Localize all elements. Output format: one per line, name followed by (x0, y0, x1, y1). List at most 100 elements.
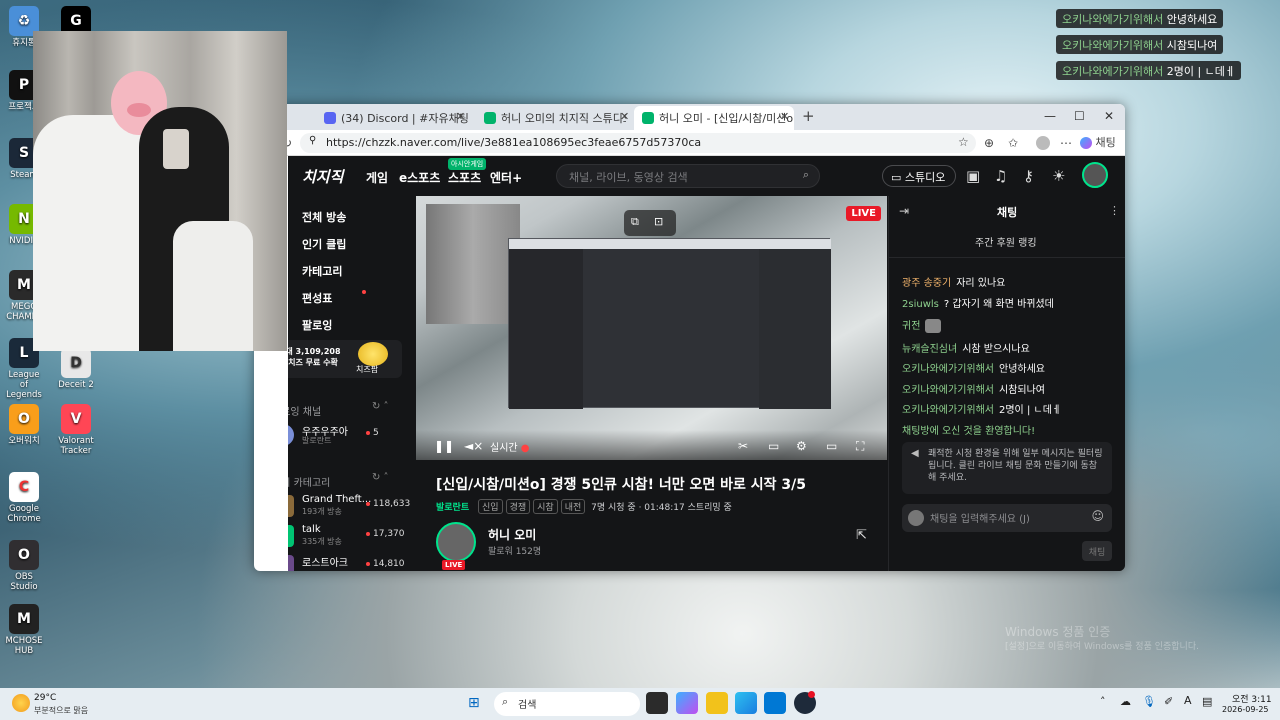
key-icon[interactable]: ⚷ (1023, 167, 1034, 185)
favorites-icon[interactable]: ✩ (1008, 136, 1018, 150)
copilot-icon[interactable] (676, 692, 698, 714)
desktop-icon[interactable]: O 오버워치 (4, 404, 44, 446)
shirt (173, 221, 253, 351)
video-player[interactable]: ⧉ ⊡ LIVE ❚❚ ◄× 실시간 ● ✂ ▭ ⚙ ▭ ⛶ (416, 196, 887, 460)
search-input[interactable]: 채널, 라이브, 동영상 검색 ⌕ (556, 164, 820, 188)
collapse-chat-icon[interactable]: ⇥ (899, 204, 909, 218)
refresh-icon[interactable]: ↻ ˄ (372, 401, 389, 412)
start-icon[interactable]: ⊞ (468, 695, 480, 711)
favorite-star-icon[interactable]: ☆ (958, 135, 969, 149)
chat-username[interactable]: 2siuwls (902, 299, 939, 310)
stream-category[interactable]: 발로란트 (436, 503, 469, 513)
stream-tag[interactable]: 신입 (478, 499, 503, 514)
theme-sun-icon[interactable]: ☀ (1052, 167, 1065, 185)
studio-button[interactable]: ▭ 스튜디오 (882, 165, 956, 187)
maximize-icon[interactable]: ☐ (1074, 109, 1085, 123)
chat-username[interactable]: 오키나와에가기위해서 (902, 405, 994, 416)
nav-esports[interactable]: e스포츠 (399, 169, 440, 186)
search-icon[interactable]: ⌕ (803, 168, 809, 182)
nav-entertainment[interactable]: 엔터+ (490, 169, 522, 186)
chat-username[interactable]: 오키나와에가기위해서 (902, 385, 994, 396)
share-icon[interactable]: ⇱ (856, 528, 867, 543)
clip-icon[interactable]: ✂ (738, 439, 748, 453)
weather-icon[interactable] (12, 694, 30, 712)
pause-icon[interactable]: ❚❚ (434, 439, 454, 453)
refresh-icon[interactable]: ↻ ˄ (372, 472, 389, 483)
chat-username[interactable]: 광주 송중기 (902, 278, 951, 289)
popular-category[interactable]: Grand Theft... 193개 방송 118,633 (288, 494, 412, 524)
onedrive-icon[interactable]: ☁ (1120, 695, 1131, 708)
minimize-icon[interactable]: — (1044, 109, 1056, 123)
close-tab-icon[interactable]: ✕ (780, 110, 789, 123)
desktop-icon[interactable]: O OBS Studio (4, 540, 44, 592)
close-tab-icon[interactable]: ✕ (620, 110, 629, 123)
captions-icon[interactable]: ▭ (768, 439, 779, 453)
extensions-icon[interactable]: ⊕ (984, 136, 994, 150)
sidebar-item-schedule[interactable]: 편성표 (302, 290, 332, 306)
chat-username[interactable]: 뉴캐슬진심녀 (902, 344, 957, 355)
following-channel[interactable]: 우주우주아 발로란트 5 (288, 423, 412, 453)
sidebar-item-following[interactable]: 팔로잉 (302, 317, 332, 333)
volume-icon[interactable]: ◄× (464, 439, 483, 453)
chat-input[interactable]: 채팅을 입력해주세요 (J) ☺ (902, 504, 1112, 532)
pen-icon[interactable]: ✐ (1164, 695, 1173, 708)
settings-gear-icon[interactable]: ⚙ (796, 439, 807, 453)
desktop-icon[interactable]: M MCHOSE HUB (4, 604, 44, 656)
more-icon[interactable]: ⋯ (1060, 136, 1072, 150)
streamer-avatar[interactable] (436, 522, 476, 562)
copilot-button[interactable]: 채팅 (1080, 134, 1116, 150)
url-input[interactable]: ⚲ https://chzzk.naver.com/live/3e881ea10… (300, 133, 976, 153)
tab-studio[interactable]: 허니 오미의 치지직 스튜디오 (476, 106, 626, 130)
tab-live[interactable]: 허니 오미 - [신입/시참/미션o] 경쟁 (634, 106, 794, 130)
close-tab-icon[interactable]: ✕ (456, 110, 465, 123)
new-tab-button[interactable]: + (802, 107, 815, 125)
network-icon[interactable]: ▤ (1202, 695, 1212, 708)
site-info-icon[interactable]: ⚲ (309, 135, 316, 146)
close-window-icon[interactable]: ✕ (1104, 109, 1114, 123)
stream-tag[interactable]: 시참 (533, 499, 558, 514)
taskbar-search[interactable]: ⌕ 검색 (494, 692, 640, 716)
streamer-name[interactable]: 허니 오미 (488, 526, 536, 543)
clock-date[interactable]: 2026-09-25 (1222, 705, 1269, 714)
stream-tag[interactable]: 내전 (560, 499, 586, 514)
bell-icon[interactable]: ♫ (994, 167, 1007, 185)
chat-send-button[interactable]: 채팅 (1082, 541, 1112, 561)
wallet-icon[interactable]: ▣ (966, 167, 980, 185)
tray-chevron-icon[interactable]: ˄ (1100, 695, 1106, 708)
user-avatar[interactable] (1082, 162, 1108, 188)
popular-category[interactable]: talk 335개 방송 17,370 (288, 524, 412, 554)
cheese-farm-banner[interactable]: 최대 3,109,208개 치즈 무료 수확 치즈팜 (288, 340, 402, 378)
fullscreen-icon[interactable]: ⛶ (856, 439, 864, 454)
pip-controls[interactable]: ⧉ ⊡ (624, 210, 676, 236)
chat-menu-icon[interactable]: ⋮ (1109, 204, 1120, 217)
chat-username[interactable]: 귀전 (902, 321, 920, 332)
file-explorer-icon[interactable] (706, 692, 728, 714)
edge-icon[interactable] (735, 692, 757, 714)
ime-icon[interactable]: A (1184, 694, 1192, 707)
sidebar-item-all-live[interactable]: 전체 방송 (302, 209, 346, 225)
profile-avatar[interactable] (1036, 136, 1050, 150)
sidebar-item-category[interactable]: 카테고리 (302, 263, 342, 279)
store-icon[interactable] (764, 692, 786, 714)
desktop-icon[interactable]: D Deceit 2 (56, 348, 96, 390)
emoji-icon[interactable]: ☺ (1091, 509, 1104, 523)
clock-time[interactable]: 오전 3:11 (1232, 692, 1272, 705)
microphone-icon[interactable]: 🎙 (1142, 695, 1156, 708)
stream-tag[interactable]: 경쟁 (505, 499, 531, 514)
sidebar-item-clips[interactable]: 인기 클립 (302, 236, 346, 252)
chat-username[interactable]: 오키나와에가기위해서 (902, 364, 994, 375)
nav-game[interactable]: 게임 (366, 169, 388, 186)
desktop-icon[interactable]: C Google Chrome (4, 472, 44, 524)
chzzk-logo[interactable]: 치지직 (302, 166, 343, 187)
nav-sports[interactable]: 스포츠 (448, 169, 481, 186)
desktop-icon[interactable]: V Valorant Tracker (56, 404, 96, 456)
popular-category[interactable]: 로스트아크 14,810 (288, 554, 412, 571)
weather-temp[interactable]: 29°C (34, 693, 56, 703)
ranking-bar[interactable]: 주간 후원 랭킹 (889, 224, 1125, 258)
pip-icon[interactable]: ⧉ (631, 215, 639, 229)
weather-desc[interactable]: 부분적으로 맑음 (34, 705, 88, 716)
wide-mode-icon[interactable]: ▭ (826, 439, 837, 453)
popout-icon[interactable]: ⊡ (654, 215, 663, 228)
tab-discord[interactable]: (34) Discord | #자유채팅 | ... (316, 106, 468, 130)
taskview-icon[interactable] (646, 692, 668, 714)
